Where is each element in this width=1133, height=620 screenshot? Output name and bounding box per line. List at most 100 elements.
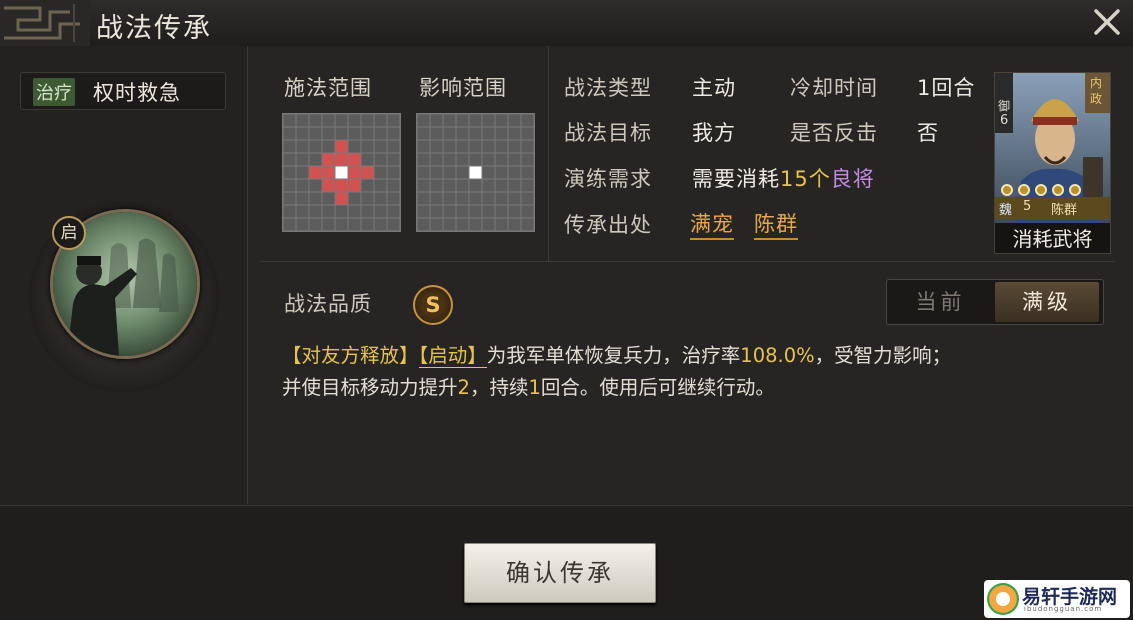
grid-cell — [429, 139, 444, 154]
grid-cell — [417, 217, 431, 231]
grid-cell — [520, 217, 534, 231]
grid-cell — [308, 126, 323, 141]
grid-cell — [321, 217, 336, 231]
grid-cell — [417, 204, 431, 219]
grid-cell — [507, 126, 522, 141]
grid-cell — [494, 217, 509, 231]
tab-max-level[interactable]: 满级 — [995, 282, 1099, 322]
source-general-link[interactable]: 满宠 — [690, 208, 734, 240]
grid-cell — [360, 217, 375, 231]
grid-cell — [468, 217, 483, 231]
general-level: 5 — [1023, 199, 1032, 214]
grid-cell — [386, 139, 400, 154]
grid-center-cell — [334, 165, 349, 180]
grid-cell — [481, 191, 496, 206]
grid-cell — [455, 114, 470, 128]
level-toggle: 当前 满级 — [886, 279, 1104, 325]
grid-cell — [455, 191, 470, 206]
grid-cell — [334, 204, 349, 219]
skill-target-label: 战法目标 — [564, 121, 652, 145]
confirm-inherit-button[interactable]: 确认传承 — [464, 543, 656, 603]
grid-cell — [360, 178, 375, 193]
grid-cell — [347, 191, 362, 206]
grid-cell — [295, 139, 310, 154]
grid-cell — [373, 204, 388, 219]
grid-cell — [283, 178, 297, 193]
grid-cell — [386, 217, 400, 231]
source-general-link[interactable]: 陈群 — [754, 208, 798, 240]
grid-range-cell — [321, 178, 336, 193]
grid-cell — [520, 126, 534, 141]
heal-rate: 108.0% — [740, 344, 815, 367]
grid-cell — [442, 114, 457, 128]
grid-cell — [507, 165, 522, 180]
grid-cell — [334, 217, 349, 231]
counterattack-value: 否 — [917, 121, 939, 145]
grid-cell — [507, 217, 522, 231]
grid-cell — [520, 178, 534, 193]
grid-range-cell — [334, 152, 349, 167]
grid-cell — [283, 126, 297, 141]
general-faction: 魏 — [999, 203, 1013, 218]
grid-cell — [360, 126, 375, 141]
grid-cell — [494, 191, 509, 206]
grid-cell — [360, 191, 375, 206]
grid-cell — [308, 152, 323, 167]
grid-cell — [442, 126, 457, 141]
grid-cell — [386, 126, 400, 141]
grid-cell — [468, 204, 483, 219]
star-icon — [1052, 184, 1064, 196]
grid-range-cell — [334, 191, 349, 206]
grid-cell — [468, 191, 483, 206]
grid-cell — [507, 114, 522, 128]
cast-range-grid — [282, 113, 401, 232]
grid-cell — [520, 165, 534, 180]
grid-cell — [321, 114, 336, 128]
grid-cell — [455, 217, 470, 231]
tab-current-level[interactable]: 当前 — [887, 280, 994, 324]
grid-cell — [417, 126, 431, 141]
skill-target-value: 我方 — [692, 121, 736, 145]
grid-cell — [429, 126, 444, 141]
grid-range-cell — [321, 165, 336, 180]
grid-cell — [283, 114, 297, 128]
grid-cell — [468, 178, 483, 193]
grid-cell — [417, 114, 431, 128]
grid-center-cell — [468, 165, 483, 180]
grid-cell — [386, 165, 400, 180]
general-card[interactable]: 内政 御 6 魏 5 陈群 消耗武将 — [994, 72, 1111, 254]
training-quality: 良将 — [830, 167, 875, 191]
grid-cell — [417, 152, 431, 167]
grid-cell — [507, 139, 522, 154]
grid-cell — [429, 178, 444, 193]
close-icon[interactable] — [1091, 6, 1123, 38]
grid-cell — [373, 191, 388, 206]
cooldown-label: 冷却时间 — [790, 76, 878, 100]
grid-cell — [360, 139, 375, 154]
grid-cell — [283, 165, 297, 180]
training-requirement-value: 需要消耗15个良将 — [692, 163, 875, 193]
divider — [260, 261, 1115, 262]
grid-range-cell — [347, 178, 362, 193]
skill-quality-badge: S — [413, 285, 453, 325]
grid-cell — [429, 191, 444, 206]
description-text: 回合。使用后可继续行动。 — [540, 376, 775, 399]
grid-cell — [442, 165, 457, 180]
grid-cell — [442, 217, 457, 231]
grid-cell — [481, 204, 496, 219]
cooldown-value: 1回合 — [917, 76, 976, 100]
grid-cell — [494, 139, 509, 154]
grid-cell — [520, 114, 534, 128]
grid-cell — [520, 191, 534, 206]
activation-badge: 启 — [52, 216, 86, 250]
effect-range-grid — [416, 113, 535, 232]
grid-cell — [417, 178, 431, 193]
grid-cell — [386, 204, 400, 219]
grid-cell — [507, 204, 522, 219]
grid-cell — [429, 204, 444, 219]
grid-cell — [417, 139, 431, 154]
grid-cell — [295, 114, 310, 128]
grid-cell — [373, 165, 388, 180]
grid-cell — [295, 191, 310, 206]
grid-cell — [360, 114, 375, 128]
